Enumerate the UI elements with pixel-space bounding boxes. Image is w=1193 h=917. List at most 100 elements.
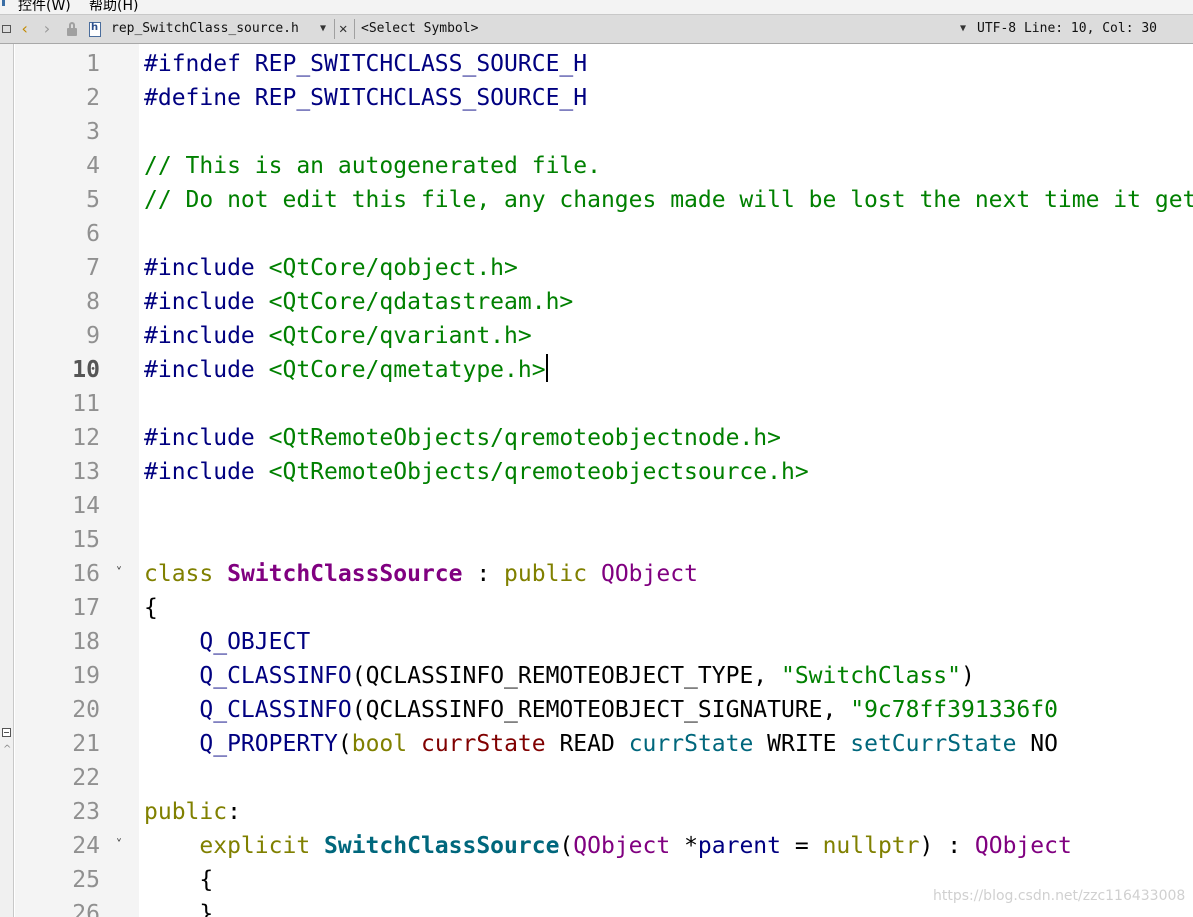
code-editor[interactable]: #ifndef REP_SWITCHCLASS_SOURCE_H #define … (139, 44, 1193, 917)
code-line[interactable]: #include <QtCore/qmetatype.h> (144, 353, 548, 387)
line-number: 16 (72, 561, 100, 587)
symbol-dropdown-icon[interactable]: ▼ (960, 15, 972, 43)
code-line[interactable]: Q_CLASSINFO(QCLASSINFO_REMOTEOBJECT_SIGN… (144, 693, 1058, 727)
panel-toggle[interactable] (0, 15, 14, 43)
line-number: 11 (72, 391, 100, 417)
code-token: SwitchClassSource (324, 833, 560, 859)
code-line[interactable]: class SwitchClassSource : public QObject (144, 557, 698, 591)
line-number: 5 (86, 187, 100, 213)
code-token: Q_CLASSINFO (199, 697, 352, 723)
line-number: 23 (72, 799, 100, 825)
code-token: <QtRemoteObjects/qremoteobjectsource.h> (268, 459, 809, 485)
line-number: 9 (86, 323, 100, 349)
code-line[interactable]: { (144, 591, 158, 625)
code-token: <QtCore/qobject.h> (268, 255, 518, 281)
menu-help[interactable]: 帮助(H) (89, 0, 138, 14)
code-token: QObject (573, 833, 671, 859)
menu-controls[interactable]: 控件(W) (18, 0, 71, 14)
code-line[interactable]: #include <QtRemoteObjects/qremoteobjectn… (144, 421, 781, 455)
code-token: ) (961, 663, 975, 689)
editor-toolbar: ‹ › h rep_SwitchClass_source.h ▼ ✕ <Sele… (0, 14, 1193, 44)
code-token: "9c78ff391336f0 (850, 697, 1058, 723)
line-number: 24 (72, 833, 100, 859)
line-number-gutter[interactable]: 1 2 3 4 5 6 7 8 9 10 11 12 13 14 15 16 ˅ 17 18 19 20 21 22 23 24… (15, 44, 139, 917)
code-token: NO (1016, 731, 1058, 757)
code-token: public (504, 561, 601, 587)
code-token: parent (697, 833, 782, 859)
code-line[interactable]: #include <QtCore/qdatastream.h> (144, 285, 573, 319)
code-token: #include (144, 425, 269, 451)
side-panel-strip: ^ (0, 44, 14, 917)
code-line[interactable]: #include <QtCore/qobject.h> (144, 251, 518, 285)
line-number: 22 (72, 765, 100, 791)
line-number: 21 (72, 731, 100, 757)
fold-chevron-icon[interactable]: ˅ (111, 829, 127, 863)
code-token: #include (144, 289, 269, 315)
code-token: #include (144, 323, 269, 349)
line-number: 19 (72, 663, 100, 689)
collapse-icon[interactable] (2, 728, 11, 737)
code-line[interactable]: Q_CLASSINFO(QCLASSINFO_REMOTEOBJECT_TYPE… (144, 659, 975, 693)
code-line[interactable]: { (144, 863, 213, 897)
symbol-selector[interactable]: <Select Symbol> (361, 15, 961, 43)
code-token: } (144, 901, 214, 917)
menu-bar: 控件(W) 帮助(H) (0, 0, 1193, 14)
header-file-icon: h (88, 15, 102, 43)
line-number: 18 (72, 629, 100, 655)
caret-up-icon[interactable]: ^ (3, 744, 11, 755)
code-token: setCurrState (850, 731, 1017, 757)
code-line[interactable]: #include <QtCore/qvariant.h> (144, 319, 532, 353)
code-token: <QtRemoteObjects/qremoteobjectnode.h> (268, 425, 781, 451)
code-token: Q_OBJECT (199, 629, 311, 655)
line-number: 1 (86, 51, 100, 77)
code-token: { (144, 595, 158, 621)
chevron-left-icon[interactable]: ‹ (20, 15, 34, 43)
code-token: * (670, 833, 698, 859)
code-line[interactable]: Q_PROPERTY(bool currState READ currState… (144, 727, 1058, 761)
code-line[interactable]: public: (144, 795, 241, 829)
lock-icon[interactable] (66, 15, 80, 43)
code-token: ( (559, 833, 574, 859)
code-token: <QtCore/qvariant.h> (268, 323, 532, 349)
code-line[interactable]: #ifndef REP_SWITCHCLASS_SOURCE_H (144, 47, 587, 81)
code-token: ) : (919, 833, 975, 859)
code-line[interactable]: explicit SwitchClassSource(QObject *pare… (144, 829, 1072, 863)
code-token: QObject (600, 561, 698, 587)
code-line[interactable]: #include <QtRemoteObjects/qremoteobjects… (144, 455, 809, 489)
code-token: ( (337, 731, 352, 757)
watermark-text: https://blog.csdn.net/zzc116433008 (933, 888, 1186, 904)
code-token: #include (144, 255, 269, 281)
code-token: public (144, 799, 228, 825)
code-token: { (144, 867, 214, 893)
code-line[interactable]: Q_OBJECT (144, 625, 310, 659)
code-token: nullptr (822, 833, 920, 859)
line-number: 14 (72, 493, 100, 519)
line-number: 25 (72, 867, 100, 893)
code-token: "SwitchClass" (780, 663, 961, 689)
code-token: Q_CLASSINFO (199, 663, 352, 689)
code-token: : (462, 561, 505, 587)
code-line[interactable]: // Do not edit this file, any changes ma… (144, 183, 1193, 217)
code-token: #ifndef REP_SWITCHCLASS_SOURCE_H (144, 51, 588, 77)
code-token: WRITE (753, 731, 851, 757)
fold-chevron-icon[interactable]: ˅ (111, 557, 127, 591)
line-number: 17 (72, 595, 100, 621)
text-cursor (545, 354, 548, 382)
file-dropdown-icon[interactable]: ▼ (320, 15, 332, 43)
code-token: Q_PROPERTY (199, 731, 338, 757)
close-icon[interactable]: ✕ (339, 15, 351, 43)
code-token: // This is an autogenerated file. (144, 153, 601, 179)
chevron-right-icon[interactable]: › (42, 15, 56, 43)
code-token: (QCLASSINFO_REMOTEOBJECT_TYPE, (351, 663, 781, 689)
open-file-name[interactable]: rep_SwitchClass_source.h (111, 15, 311, 43)
line-number: 2 (86, 85, 100, 111)
code-line[interactable]: // This is an autogenerated file. (144, 149, 601, 183)
code-token: : (227, 799, 241, 825)
code-line[interactable]: } (144, 897, 213, 917)
code-token: QObject (974, 833, 1072, 859)
code-token: = (781, 833, 823, 859)
code-token: currState (420, 731, 546, 757)
code-line[interactable]: #define REP_SWITCHCLASS_SOURCE_H (144, 81, 587, 115)
